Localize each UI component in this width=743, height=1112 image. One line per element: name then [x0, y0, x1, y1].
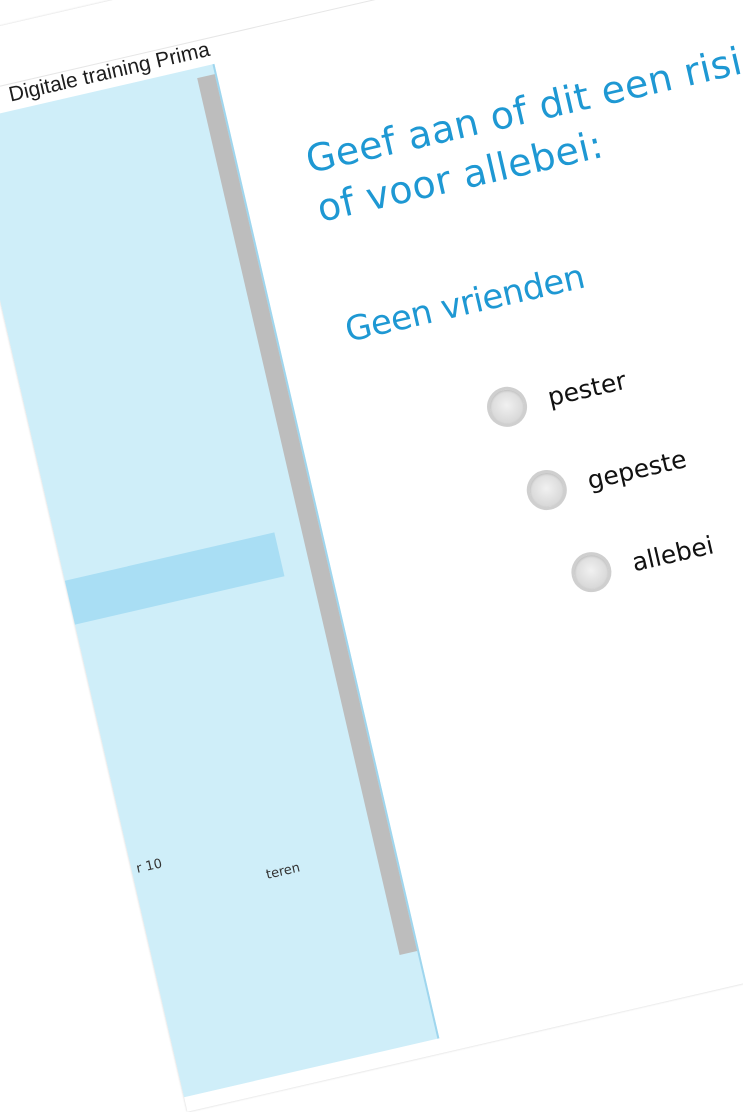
radio-button[interactable]	[483, 382, 532, 431]
radio-button[interactable]	[567, 548, 616, 597]
option-allebei[interactable]: allebei	[567, 525, 717, 597]
question-topic: Geen vrienden	[341, 256, 589, 351]
option-label: pester	[544, 365, 629, 412]
sidebar-active-row[interactable]	[64, 532, 285, 625]
radio-button[interactable]	[522, 466, 571, 515]
sidebar-item-label[interactable]: teren	[265, 860, 302, 882]
option-gepeste[interactable]: gepeste	[522, 438, 691, 515]
app-window: Digitale training Prima r 10 teren Geef …	[0, 0, 743, 1112]
question-prompt: Geef aan of dit een risicofact gepeste o…	[301, 0, 743, 231]
option-pester[interactable]: pester	[483, 360, 630, 431]
option-label: gepeste	[584, 443, 690, 495]
option-label: allebei	[629, 529, 717, 577]
sidebar-item-label[interactable]: r 10	[135, 856, 164, 876]
